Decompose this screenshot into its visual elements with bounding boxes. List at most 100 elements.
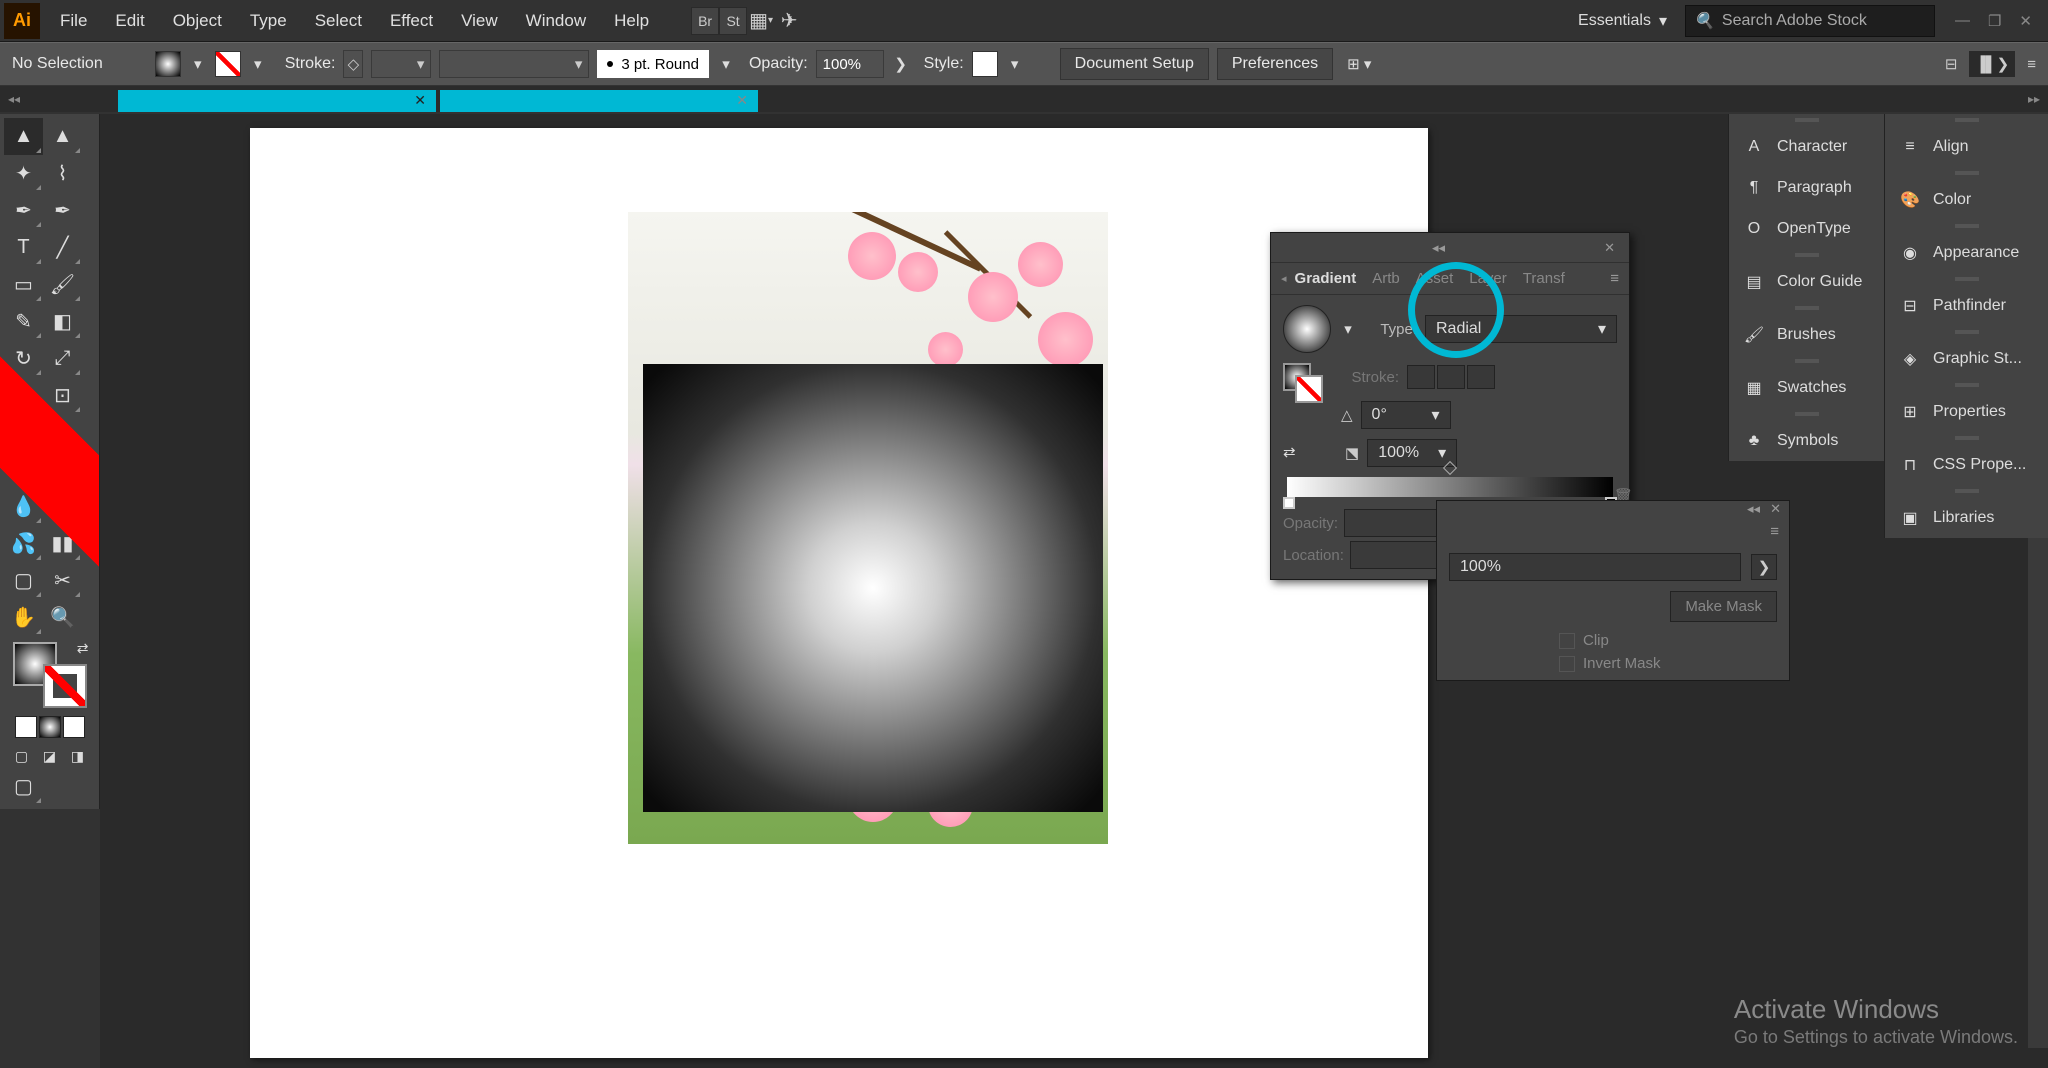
clip-label: Clip [1583, 632, 1609, 649]
menu-type[interactable]: Type [236, 0, 301, 42]
opacity-dropdown[interactable]: ❯ [892, 51, 910, 77]
gradient-preview[interactable] [1283, 305, 1331, 353]
properties-toggle-icon[interactable]: ⊟ [1945, 55, 1958, 73]
arrange-docs-icon[interactable]: ▦ ▾ [747, 7, 775, 35]
bridge-icon[interactable]: Br [691, 7, 719, 35]
menu-view[interactable]: View [447, 0, 512, 42]
menu-window[interactable]: Window [512, 0, 600, 42]
transparency-panel[interactable]: ◂◂ ✕ ≡ 100% ❯ Make Mask Clip Invert Mask [1436, 500, 1790, 681]
close-tab-icon[interactable]: ✕ [414, 92, 426, 109]
tab-transform[interactable]: Transf [1523, 270, 1565, 287]
character-icon: A [1743, 137, 1765, 157]
draw-normal-icon[interactable]: ▢ [10, 744, 34, 768]
make-mask-button[interactable]: Make Mask [1670, 591, 1777, 622]
gradient-rectangle[interactable] [643, 364, 1103, 812]
menu-effect[interactable]: Effect [376, 0, 447, 42]
workspace-switcher[interactable]: Essentials▾ [1568, 11, 1677, 31]
menu-bar: Ai File Edit Object Type Select Effect V… [0, 0, 2048, 42]
gradient-slider[interactable] [1287, 477, 1613, 497]
panel-symbols[interactable]: ♣Symbols [1729, 420, 1884, 461]
stroke-in-icon[interactable] [1407, 365, 1435, 389]
fill-swatch[interactable] [155, 51, 181, 77]
draw-inside-icon[interactable]: ◨ [66, 744, 90, 768]
symbols-icon: ♣ [1743, 431, 1765, 451]
align-to-icon[interactable]: ⊞ ▾ [1347, 55, 1371, 73]
arrange-panel-icon[interactable]: ▐▌❯ [1969, 51, 2015, 77]
stroke-dropdown[interactable]: ▾ [249, 51, 267, 77]
tab-artboards[interactable]: Artb [1372, 270, 1400, 287]
panel-libraries[interactable]: ▣Libraries [1885, 497, 2048, 538]
document-setup-button[interactable]: Document Setup [1060, 48, 1209, 80]
opacity-value-field[interactable]: 100% [1449, 553, 1741, 581]
panel-color[interactable]: 🎨Color [1885, 179, 2048, 220]
stroke-across-icon[interactable] [1467, 365, 1495, 389]
collapse-left-icon[interactable]: ◂◂ [8, 92, 20, 106]
panel-opentype[interactable]: OOpenType [1729, 208, 1884, 249]
tab-layers[interactable]: Layer [1469, 270, 1507, 287]
panel-paragraph[interactable]: ¶Paragraph [1729, 167, 1884, 208]
menu-icon[interactable]: ≡ [2027, 56, 2036, 73]
panel-swatches[interactable]: ▦Swatches [1729, 367, 1884, 408]
panel-pathfinder[interactable]: ⊟Pathfinder [1885, 285, 2048, 326]
gradient-type-dropdown[interactable]: Radial▾ [1425, 315, 1617, 343]
panel-collapse-icon[interactable]: ◂◂ [1426, 240, 1451, 256]
panel-menu-icon[interactable]: ≡ [1610, 270, 1619, 287]
var-width-profile[interactable]: ▾ [439, 50, 589, 78]
collapse-right-icon[interactable]: ▸▸ [2028, 92, 2040, 106]
panel-close-icon[interactable]: ✕ [1770, 501, 1781, 523]
panel-brushes[interactable]: 🖌Brushes [1729, 314, 1884, 355]
gradient-preset-dropdown[interactable]: ▾ [1339, 316, 1357, 342]
menu-file[interactable]: File [46, 0, 101, 42]
draw-behind-icon[interactable]: ◪ [38, 744, 62, 768]
stroke-weight-dropdown[interactable]: ▾ [371, 50, 431, 78]
stroke-weight[interactable]: ◇ [343, 50, 363, 78]
rocket-icon[interactable]: ✈ [775, 7, 803, 35]
type-label: Type: [1365, 321, 1417, 338]
menu-select[interactable]: Select [301, 0, 376, 42]
close-tab-icon[interactable]: ✕ [736, 92, 748, 109]
panel-graphic-styles[interactable]: ◈Graphic St... [1885, 338, 2048, 379]
panel-character[interactable]: ACharacter [1729, 126, 1884, 167]
aspect-field[interactable]: 100%▾ [1367, 439, 1457, 467]
panel-properties[interactable]: ⊞Properties [1885, 391, 2048, 432]
brush-dropdown[interactable]: ▾ [717, 51, 735, 77]
gradient-stroke-swatch[interactable] [1295, 375, 1323, 403]
screen-mode-icon[interactable]: ▢ [4, 768, 43, 805]
tab-gradient[interactable]: Gradient [1295, 270, 1357, 287]
brushes-icon: 🖌 [1743, 325, 1765, 345]
panel-close-icon[interactable]: ✕ [1598, 240, 1621, 256]
stock-icon[interactable]: St [719, 7, 747, 35]
tab-asset[interactable]: Asset [1416, 270, 1454, 287]
close-button[interactable]: ✕ [2019, 12, 2032, 30]
panel-appearance[interactable]: ◉Appearance [1885, 232, 2048, 273]
panel-menu-icon[interactable]: ≡ [1770, 523, 1779, 545]
style-dropdown[interactable]: ▾ [1006, 51, 1024, 77]
panel-css[interactable]: ⊓CSS Prope... [1885, 444, 2048, 485]
panel-collapse-icon[interactable]: ◂◂ [1747, 501, 1760, 523]
invert-mask-checkbox[interactable] [1559, 656, 1575, 672]
color-stop-start[interactable] [1283, 497, 1295, 509]
minimize-button[interactable]: — [1955, 12, 1970, 30]
opacity-field[interactable]: 100% [816, 50, 884, 78]
style-swatch[interactable] [972, 51, 998, 77]
document-tab-2[interactable]: ✕ [440, 90, 758, 112]
menu-edit[interactable]: Edit [101, 0, 158, 42]
none-mode-icon[interactable] [63, 716, 85, 738]
document-tab-1[interactable]: ✕ [118, 90, 436, 112]
preferences-button[interactable]: Preferences [1217, 48, 1333, 80]
angle-field[interactable]: 0°▾ [1361, 401, 1451, 429]
artboard[interactable] [250, 128, 1428, 1058]
fill-dropdown[interactable]: ▾ [189, 51, 207, 77]
panel-color-guide[interactable]: ▤Color Guide [1729, 261, 1884, 302]
search-stock-input[interactable]: 🔍 Search Adobe Stock [1685, 5, 1935, 37]
reverse-gradient-icon[interactable]: ⇄ [1283, 443, 1307, 463]
panel-align[interactable]: ≡Align [1885, 126, 2048, 167]
maximize-button[interactable]: ❐ [1988, 12, 2001, 30]
stroke-swatch[interactable] [215, 51, 241, 77]
opacity-popup-icon[interactable]: ❯ [1751, 554, 1777, 580]
stroke-along-icon[interactable] [1437, 365, 1465, 389]
menu-object[interactable]: Object [159, 0, 236, 42]
menu-help[interactable]: Help [600, 0, 663, 42]
brush-definition[interactable]: 3 pt. Round [597, 50, 709, 78]
clip-checkbox[interactable] [1559, 633, 1575, 649]
